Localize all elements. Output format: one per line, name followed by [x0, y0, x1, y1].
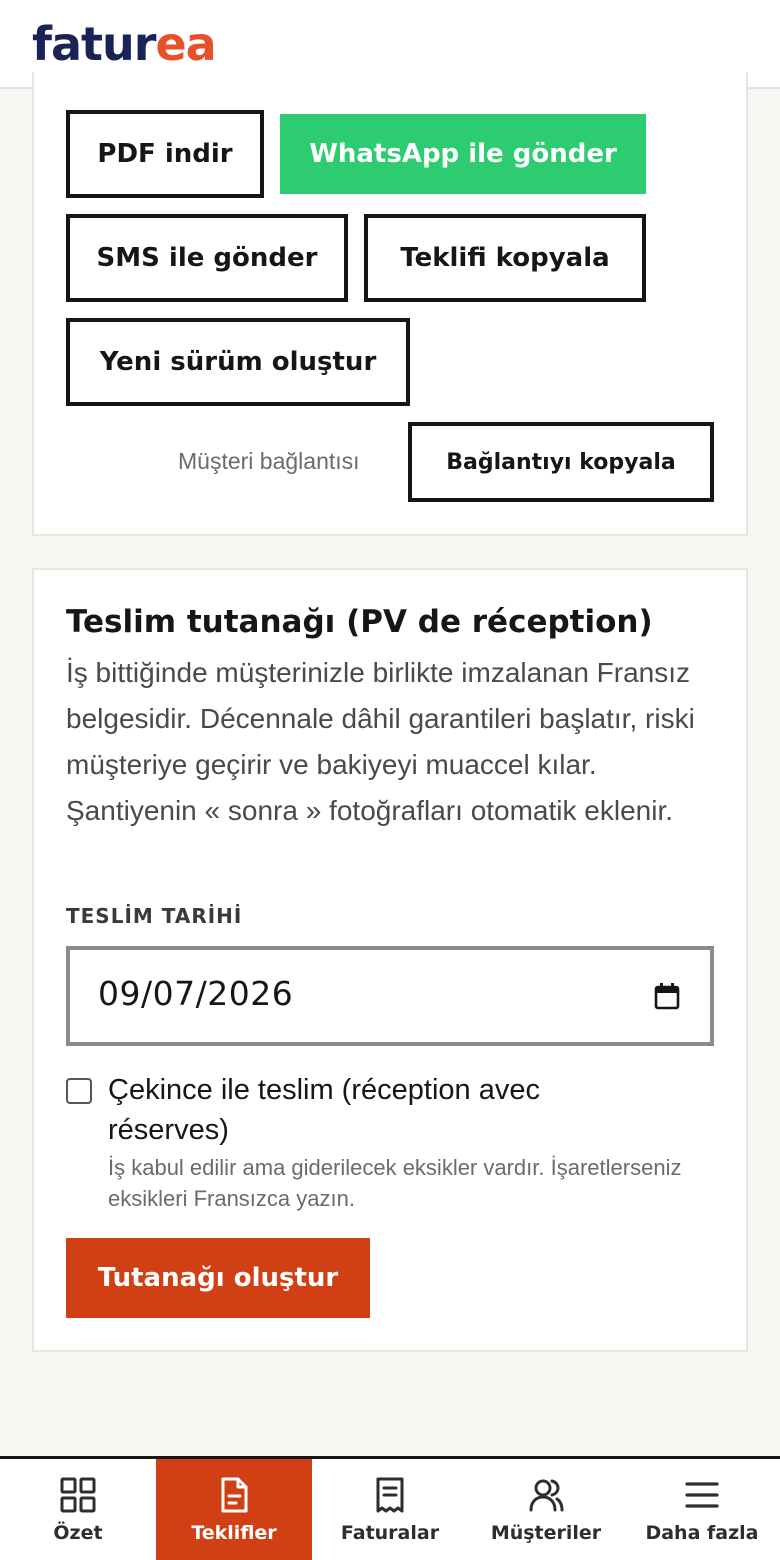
- sms-send-button[interactable]: SMS ile gönder: [66, 214, 348, 302]
- nav-item-label: Teklifler: [191, 1521, 277, 1544]
- copy-quote-button[interactable]: Teklifi kopyala: [364, 214, 646, 302]
- create-report-button[interactable]: Tutanağı oluştur: [66, 1238, 370, 1318]
- bottom-nav: Özet Teklifler Faturalar Müşteriler Daha…: [0, 1456, 780, 1560]
- nav-item-label: Daha fazla: [645, 1521, 759, 1544]
- faturea-logo[interactable]: faturea: [32, 14, 217, 74]
- nav-item-label: Faturalar: [340, 1521, 440, 1544]
- reserves-hint: İş kabul edilir ama giderilecek eksikler…: [108, 1155, 682, 1211]
- nav-item-label: Özet: [53, 1521, 103, 1544]
- delivery-date-label: TESLİM TARİHİ: [66, 904, 243, 928]
- nav-item-faturalar[interactable]: Faturalar: [312, 1459, 468, 1560]
- customer-link-label: Müşteri bağlantısı: [178, 448, 360, 474]
- grid-icon: [60, 1477, 96, 1512]
- delivery-report-title: Teslim tutanağı (PV de réception): [66, 604, 653, 640]
- nav-item-label: Müşteriler: [490, 1521, 602, 1544]
- calendar-icon[interactable]: [654, 982, 680, 1010]
- nav-item-daha-fazla[interactable]: Daha fazla: [624, 1459, 780, 1560]
- new-version-button[interactable]: Yeni sürüm oluştur: [66, 318, 410, 406]
- copy-link-button[interactable]: Bağlantıyı kopyala: [408, 422, 714, 502]
- users-icon: [529, 1479, 564, 1511]
- document-icon: [221, 1477, 248, 1512]
- nav-item-musteriler[interactable]: Müşteriler: [468, 1459, 624, 1560]
- receipt-icon: [376, 1477, 404, 1512]
- pdf-download-button[interactable]: PDF indir: [66, 110, 264, 198]
- whatsapp-send-button[interactable]: WhatsApp ile gönder: [280, 114, 646, 194]
- delivery-report-description: İş bittiğinde müşterinizle birlikte imza…: [66, 657, 695, 826]
- delivery-date-value: 09/07/2026: [98, 974, 294, 1013]
- reserves-checkbox-label[interactable]: Çekince ile teslim (réception avec réser…: [108, 1070, 668, 1150]
- nav-item-ozet[interactable]: Özet: [0, 1459, 156, 1560]
- menu-icon: [685, 1481, 719, 1508]
- reserves-checkbox[interactable]: [66, 1078, 92, 1104]
- nav-item-teklifler[interactable]: Teklifler: [156, 1459, 312, 1560]
- delivery-date-input[interactable]: 09/07/2026: [66, 946, 714, 1046]
